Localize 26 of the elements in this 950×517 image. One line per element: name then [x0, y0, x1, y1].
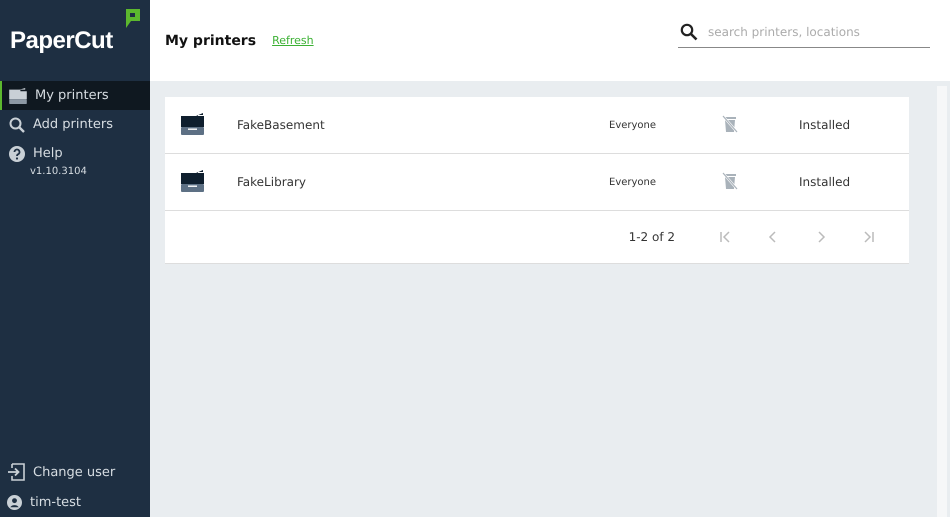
version-text: v1.10.3104: [29, 166, 88, 177]
change-user-link[interactable]: Change user: [0, 457, 150, 487]
help-icon: [9, 146, 25, 162]
nav-item[interactable]: Help: [0, 139, 150, 168]
delete-disabled-icon: [721, 114, 739, 132]
printer-icon: [181, 112, 205, 134]
printer-icon: [9, 88, 27, 104]
printer-name[interactable]: FakeLibrary: [237, 175, 609, 189]
status-text: Installed: [799, 118, 850, 132]
logo-text: PaperCut: [10, 26, 113, 54]
search-icon: [9, 116, 25, 132]
user-name: tim-test: [0, 487, 150, 517]
search-icon: [680, 23, 698, 41]
printer-icon: [181, 170, 205, 192]
page-title: My printers: [165, 32, 256, 48]
access-text: Everyone: [609, 176, 658, 188]
user-icon: [7, 494, 22, 510]
logo-leaf-icon: [124, 9, 140, 29]
exit-icon: [7, 463, 25, 481]
nav-item[interactable]: My printers: [0, 81, 150, 110]
page-range: 1-2 of 2: [628, 230, 675, 244]
access-text: Everyone: [609, 120, 658, 130]
printer-name[interactable]: FakeBasement: [237, 118, 609, 132]
nav-item[interactable]: Add printers: [0, 110, 150, 139]
delete-disabled-icon: [721, 172, 739, 190]
status-text: Installed: [799, 175, 850, 189]
